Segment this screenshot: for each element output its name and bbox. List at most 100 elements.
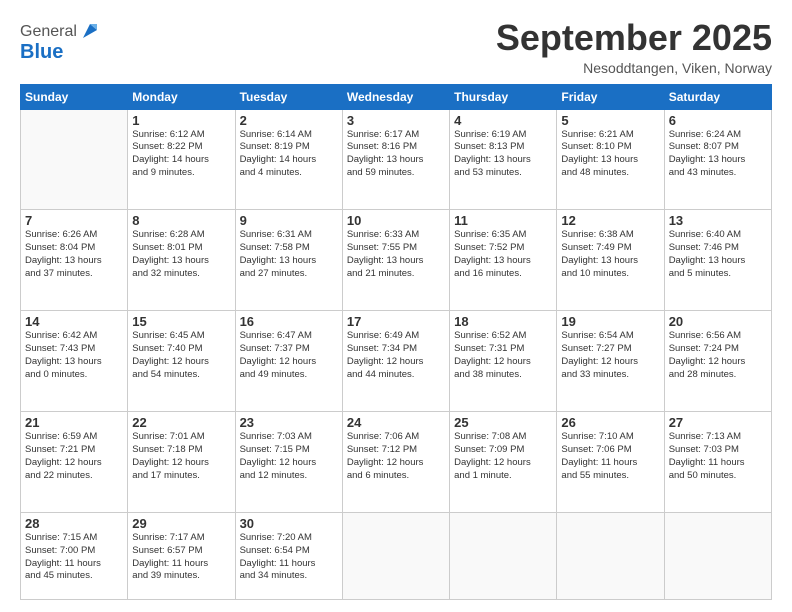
calendar-cell [342, 512, 449, 599]
col-header-friday: Friday [557, 84, 664, 109]
day-info: Sunrise: 7:01 AM Sunset: 7:18 PM Dayligh… [132, 431, 230, 482]
calendar-cell: 29Sunrise: 7:17 AM Sunset: 6:57 PM Dayli… [128, 512, 235, 599]
day-number: 5 [561, 113, 659, 128]
calendar-cell: 30Sunrise: 7:20 AM Sunset: 6:54 PM Dayli… [235, 512, 342, 599]
day-info: Sunrise: 7:03 AM Sunset: 7:15 PM Dayligh… [240, 431, 338, 482]
calendar-cell: 19Sunrise: 6:54 AM Sunset: 7:27 PM Dayli… [557, 311, 664, 412]
day-number: 24 [347, 415, 445, 430]
calendar-cell: 2Sunrise: 6:14 AM Sunset: 8:19 PM Daylig… [235, 109, 342, 210]
day-info: Sunrise: 6:26 AM Sunset: 8:04 PM Dayligh… [25, 229, 123, 280]
day-number: 25 [454, 415, 552, 430]
calendar-cell: 23Sunrise: 7:03 AM Sunset: 7:15 PM Dayli… [235, 412, 342, 513]
day-info: Sunrise: 6:33 AM Sunset: 7:55 PM Dayligh… [347, 229, 445, 280]
day-info: Sunrise: 6:19 AM Sunset: 8:13 PM Dayligh… [454, 129, 552, 180]
calendar-cell: 22Sunrise: 7:01 AM Sunset: 7:18 PM Dayli… [128, 412, 235, 513]
calendar-week-4: 21Sunrise: 6:59 AM Sunset: 7:21 PM Dayli… [21, 412, 772, 513]
day-info: Sunrise: 6:12 AM Sunset: 8:22 PM Dayligh… [132, 129, 230, 180]
calendar-cell [557, 512, 664, 599]
calendar-cell: 28Sunrise: 7:15 AM Sunset: 7:00 PM Dayli… [21, 512, 128, 599]
calendar-cell: 27Sunrise: 7:13 AM Sunset: 7:03 PM Dayli… [664, 412, 771, 513]
day-number: 30 [240, 516, 338, 531]
day-info: Sunrise: 6:17 AM Sunset: 8:16 PM Dayligh… [347, 129, 445, 180]
logo-icon [79, 20, 101, 42]
day-info: Sunrise: 6:42 AM Sunset: 7:43 PM Dayligh… [25, 330, 123, 381]
day-info: Sunrise: 7:20 AM Sunset: 6:54 PM Dayligh… [240, 532, 338, 583]
day-info: Sunrise: 6:47 AM Sunset: 7:37 PM Dayligh… [240, 330, 338, 381]
col-header-wednesday: Wednesday [342, 84, 449, 109]
col-header-thursday: Thursday [450, 84, 557, 109]
day-info: Sunrise: 6:24 AM Sunset: 8:07 PM Dayligh… [669, 129, 767, 180]
calendar-week-3: 14Sunrise: 6:42 AM Sunset: 7:43 PM Dayli… [21, 311, 772, 412]
day-info: Sunrise: 6:52 AM Sunset: 7:31 PM Dayligh… [454, 330, 552, 381]
calendar-cell: 14Sunrise: 6:42 AM Sunset: 7:43 PM Dayli… [21, 311, 128, 412]
day-info: Sunrise: 6:14 AM Sunset: 8:19 PM Dayligh… [240, 129, 338, 180]
day-info: Sunrise: 7:15 AM Sunset: 7:00 PM Dayligh… [25, 532, 123, 583]
col-header-saturday: Saturday [664, 84, 771, 109]
day-number: 29 [132, 516, 230, 531]
month-title: September 2025 [496, 18, 772, 58]
day-info: Sunrise: 6:31 AM Sunset: 7:58 PM Dayligh… [240, 229, 338, 280]
day-number: 20 [669, 314, 767, 329]
logo-general-text: General [20, 23, 77, 41]
calendar-cell: 8Sunrise: 6:28 AM Sunset: 8:01 PM Daylig… [128, 210, 235, 311]
calendar-cell: 9Sunrise: 6:31 AM Sunset: 7:58 PM Daylig… [235, 210, 342, 311]
calendar-cell: 25Sunrise: 7:08 AM Sunset: 7:09 PM Dayli… [450, 412, 557, 513]
day-info: Sunrise: 6:38 AM Sunset: 7:49 PM Dayligh… [561, 229, 659, 280]
day-info: Sunrise: 6:35 AM Sunset: 7:52 PM Dayligh… [454, 229, 552, 280]
day-info: Sunrise: 6:40 AM Sunset: 7:46 PM Dayligh… [669, 229, 767, 280]
calendar-cell: 20Sunrise: 6:56 AM Sunset: 7:24 PM Dayli… [664, 311, 771, 412]
calendar-cell [450, 512, 557, 599]
calendar-cell: 15Sunrise: 6:45 AM Sunset: 7:40 PM Dayli… [128, 311, 235, 412]
day-number: 26 [561, 415, 659, 430]
day-info: Sunrise: 6:21 AM Sunset: 8:10 PM Dayligh… [561, 129, 659, 180]
day-number: 23 [240, 415, 338, 430]
calendar-cell: 6Sunrise: 6:24 AM Sunset: 8:07 PM Daylig… [664, 109, 771, 210]
day-number: 15 [132, 314, 230, 329]
day-info: Sunrise: 6:59 AM Sunset: 7:21 PM Dayligh… [25, 431, 123, 482]
day-number: 3 [347, 113, 445, 128]
day-number: 9 [240, 213, 338, 228]
header: General Blue September 2025 Nesoddtangen… [20, 18, 772, 76]
day-info: Sunrise: 7:13 AM Sunset: 7:03 PM Dayligh… [669, 431, 767, 482]
day-info: Sunrise: 6:56 AM Sunset: 7:24 PM Dayligh… [669, 330, 767, 381]
day-number: 18 [454, 314, 552, 329]
col-header-monday: Monday [128, 84, 235, 109]
calendar-week-5: 28Sunrise: 7:15 AM Sunset: 7:00 PM Dayli… [21, 512, 772, 599]
calendar-cell: 24Sunrise: 7:06 AM Sunset: 7:12 PM Dayli… [342, 412, 449, 513]
page: General Blue September 2025 Nesoddtangen… [0, 0, 792, 612]
day-number: 14 [25, 314, 123, 329]
calendar-header-row: SundayMondayTuesdayWednesdayThursdayFrid… [21, 84, 772, 109]
calendar-table: SundayMondayTuesdayWednesdayThursdayFrid… [20, 84, 772, 600]
day-number: 28 [25, 516, 123, 531]
day-info: Sunrise: 6:54 AM Sunset: 7:27 PM Dayligh… [561, 330, 659, 381]
calendar-cell: 17Sunrise: 6:49 AM Sunset: 7:34 PM Dayli… [342, 311, 449, 412]
logo-blue-text: Blue [20, 42, 101, 62]
calendar-cell [21, 109, 128, 210]
day-number: 8 [132, 213, 230, 228]
day-number: 13 [669, 213, 767, 228]
calendar-cell: 18Sunrise: 6:52 AM Sunset: 7:31 PM Dayli… [450, 311, 557, 412]
day-info: Sunrise: 7:06 AM Sunset: 7:12 PM Dayligh… [347, 431, 445, 482]
day-number: 27 [669, 415, 767, 430]
day-number: 22 [132, 415, 230, 430]
day-info: Sunrise: 6:28 AM Sunset: 8:01 PM Dayligh… [132, 229, 230, 280]
day-number: 19 [561, 314, 659, 329]
day-number: 2 [240, 113, 338, 128]
calendar-cell: 11Sunrise: 6:35 AM Sunset: 7:52 PM Dayli… [450, 210, 557, 311]
calendar-cell: 1Sunrise: 6:12 AM Sunset: 8:22 PM Daylig… [128, 109, 235, 210]
day-number: 11 [454, 213, 552, 228]
calendar-cell: 7Sunrise: 6:26 AM Sunset: 8:04 PM Daylig… [21, 210, 128, 311]
calendar-cell: 26Sunrise: 7:10 AM Sunset: 7:06 PM Dayli… [557, 412, 664, 513]
day-info: Sunrise: 7:17 AM Sunset: 6:57 PM Dayligh… [132, 532, 230, 583]
calendar-cell: 16Sunrise: 6:47 AM Sunset: 7:37 PM Dayli… [235, 311, 342, 412]
calendar-cell: 3Sunrise: 6:17 AM Sunset: 8:16 PM Daylig… [342, 109, 449, 210]
calendar-cell: 10Sunrise: 6:33 AM Sunset: 7:55 PM Dayli… [342, 210, 449, 311]
calendar-cell: 13Sunrise: 6:40 AM Sunset: 7:46 PM Dayli… [664, 210, 771, 311]
calendar-cell: 5Sunrise: 6:21 AM Sunset: 8:10 PM Daylig… [557, 109, 664, 210]
day-number: 12 [561, 213, 659, 228]
day-info: Sunrise: 7:08 AM Sunset: 7:09 PM Dayligh… [454, 431, 552, 482]
calendar-cell: 21Sunrise: 6:59 AM Sunset: 7:21 PM Dayli… [21, 412, 128, 513]
day-number: 1 [132, 113, 230, 128]
day-info: Sunrise: 6:49 AM Sunset: 7:34 PM Dayligh… [347, 330, 445, 381]
day-number: 16 [240, 314, 338, 329]
